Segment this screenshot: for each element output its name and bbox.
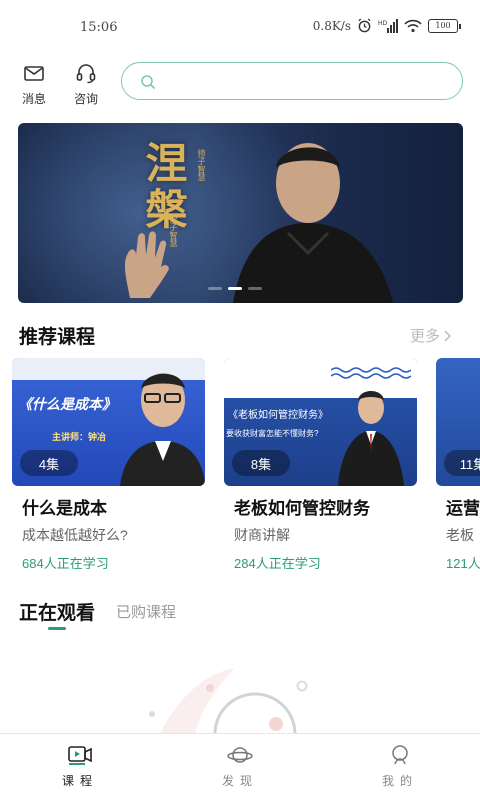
banner-subtitle-top: 帅子智慧 bbox=[197, 149, 206, 181]
battery-level: 100 bbox=[435, 21, 451, 30]
thumb-lecturer: 主讲师：钟冶 bbox=[52, 432, 107, 442]
course-title: 老板如何管控财务 bbox=[234, 499, 370, 518]
carousel-dot-active bbox=[228, 287, 242, 290]
thumb-course-title: 《老板如何管控财务》 bbox=[228, 410, 328, 421]
mail-icon bbox=[24, 66, 44, 81]
chevron-right-icon bbox=[444, 329, 452, 342]
carousel-indicator bbox=[208, 287, 262, 290]
empty-state-illustration bbox=[149, 668, 308, 734]
episode-badge: 11集 bbox=[444, 450, 480, 476]
episode-badge: 4集 bbox=[20, 450, 78, 476]
battery-icon: 100 bbox=[428, 18, 461, 33]
search-input[interactable] bbox=[166, 69, 446, 93]
recommend-title: 推荐课程 bbox=[19, 327, 96, 348]
svg-text:HD: HD bbox=[378, 20, 388, 27]
consult-button[interactable]: 咨询 bbox=[66, 62, 106, 108]
nav-label-courses: 课程 bbox=[61, 774, 98, 788]
course-subtitle: 财商讲解 bbox=[234, 527, 290, 543]
lecturer-portrait bbox=[120, 373, 205, 486]
course-card[interactable]: 《什么是成本》 主讲师：钟冶 4集 什么是成本 成本越低越好么? 684人正在学… bbox=[12, 358, 207, 572]
nav-label-discover: 发现 bbox=[221, 774, 258, 788]
message-button[interactable]: 消息 bbox=[14, 62, 54, 108]
banner-subtitle-side: 涅子智慧 bbox=[169, 215, 178, 247]
consult-label: 咨询 bbox=[73, 92, 98, 106]
course-thumbnail: 《老板如何管控财务》 要收获财富怎能不懂财务? 8集 bbox=[224, 358, 417, 486]
course-card[interactable]: 《老板如何管控财务》 要收获财富怎能不懂财务? 8集 老板如何管控财务 财商讲解… bbox=[224, 358, 419, 572]
nav-item-courses[interactable]: 课程 bbox=[0, 734, 160, 800]
wave-decoration-icon bbox=[331, 367, 411, 379]
message-label: 消息 bbox=[21, 92, 46, 106]
more-label: 更多 bbox=[409, 328, 440, 345]
status-bar: 15:06 0.8K/s HD 100 bbox=[0, 0, 480, 52]
lecturer-portrait bbox=[338, 391, 404, 486]
nav-item-mine[interactable]: 我的 bbox=[320, 734, 480, 800]
search-bar[interactable] bbox=[121, 62, 463, 100]
search-icon bbox=[141, 75, 156, 90]
alarm-icon bbox=[358, 18, 371, 33]
tab-watching[interactable]: 正在观看 bbox=[19, 598, 95, 625]
headset-icon bbox=[76, 64, 96, 84]
course-subtitle: 成本越低越好么? bbox=[22, 527, 128, 543]
course-title: 什么是成本 bbox=[22, 499, 107, 518]
status-time: 15:06 bbox=[80, 20, 118, 35]
course-thumbnail: 《什么是成本》 主讲师：钟冶 4集 bbox=[12, 358, 205, 486]
tab-indicator bbox=[48, 627, 66, 630]
course-learners: 684人正在学习 bbox=[22, 556, 109, 571]
course-title: 运营 bbox=[446, 499, 480, 518]
user-icon bbox=[392, 745, 408, 765]
tab-purchased[interactable]: 已购课程 bbox=[116, 601, 176, 622]
thumb-lecturer: 要收获财富怎能不懂财务? bbox=[226, 429, 319, 438]
course-thumbnail: 11集 bbox=[436, 358, 480, 486]
lecturer-photo bbox=[233, 143, 393, 303]
network-speed: 0.8K/s bbox=[312, 18, 351, 33]
course-learners: 121人 bbox=[446, 556, 480, 571]
status-indicators: 0.8K/s HD 100 bbox=[312, 18, 461, 33]
banner-title: 涅槃 bbox=[139, 141, 188, 233]
course-subtitle: 老板 bbox=[446, 527, 474, 543]
nav-item-discover[interactable]: 发现 bbox=[160, 734, 320, 800]
thumb-course-title: 《什么是成本》 bbox=[18, 396, 116, 412]
carousel-dot bbox=[208, 287, 222, 290]
course-learners: 284人正在学习 bbox=[234, 556, 321, 571]
course-card[interactable]: 11集 运营 老板 121人 bbox=[436, 358, 480, 572]
promo-banner[interactable]: 涅槃 帅子智慧 涅子智慧 bbox=[18, 123, 463, 303]
nav-label-mine: 我的 bbox=[381, 774, 418, 788]
more-link[interactable]: 更多 bbox=[410, 325, 452, 346]
course-carousel[interactable]: 《什么是成本》 主讲师：钟冶 4集 什么是成本 成本越低越好么? 684人正在学… bbox=[0, 358, 480, 573]
planet-icon bbox=[227, 747, 253, 763]
signal-icon: HD bbox=[378, 18, 398, 33]
video-icon bbox=[68, 746, 92, 765]
bottom-navigation: 课程 发现 我的 bbox=[0, 733, 480, 800]
episode-badge: 8集 bbox=[232, 450, 290, 476]
carousel-dot bbox=[248, 287, 262, 290]
wifi-icon bbox=[404, 19, 422, 32]
